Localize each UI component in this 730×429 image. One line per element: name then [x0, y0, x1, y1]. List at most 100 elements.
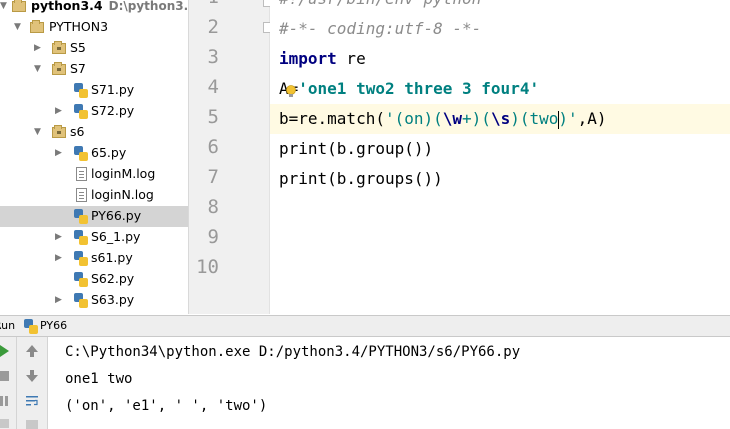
python-file-icon [74, 83, 88, 98]
tree-item-s5[interactable]: ▶ S5 [0, 38, 188, 59]
tree-item-loginm[interactable]: loginM.log [0, 164, 188, 185]
wrap-icon[interactable] [25, 394, 39, 408]
tree-item-label: S63.py [91, 292, 135, 307]
chevron-down-icon[interactable]: ▼ [14, 22, 21, 32]
escape-sequence: \s [490, 109, 511, 128]
log-file-icon [76, 167, 87, 181]
escape-sequence: \w [442, 109, 463, 128]
tree-item-s61[interactable]: ▶ s61.py [0, 248, 188, 269]
tree-item-py66[interactable]: PY66.py [0, 206, 188, 227]
lightbulb-icon[interactable] [285, 85, 297, 99]
line-number: 6 [207, 136, 219, 158]
folder-icon [52, 62, 66, 75]
print-icon[interactable] [25, 418, 39, 429]
root-label: python3.4 D:\python3.4 [31, 0, 189, 13]
tree-item-label: loginM.log [91, 166, 156, 181]
run-console-output[interactable]: C:\Python34\python.exe D:/python3.4/PYTH… [48, 337, 730, 429]
code-editor[interactable]: #!/usr/bin/env python #-*- coding:utf-8 … [270, 0, 730, 314]
pause-icon[interactable] [0, 395, 10, 407]
run-tab-label[interactable]: Run [0, 319, 15, 332]
folder-icon [30, 20, 44, 33]
code-line: #!/usr/bin/env python [270, 0, 730, 14]
python-file-icon [74, 272, 88, 287]
rerun-icon[interactable] [0, 345, 10, 357]
code-text: ,A) [577, 109, 607, 128]
keyword-text: import [279, 49, 337, 68]
tree-item-label: S7 [70, 61, 86, 76]
line-number: 8 [207, 196, 219, 218]
tree-item-python3[interactable]: ▼ PYTHON3 [0, 17, 188, 38]
code-text: print(b.group()) [279, 139, 434, 158]
run-toolbar [0, 337, 17, 429]
tree-item-label: S62.py [91, 271, 135, 286]
chevron-right-icon[interactable]: ▶ [55, 106, 62, 116]
code-text: re [336, 49, 366, 68]
log-file-icon [76, 188, 87, 202]
down-arrow-icon[interactable] [26, 370, 38, 382]
tree-item-label: PY66.py [91, 208, 142, 223]
string-literal: '(on)( [384, 109, 443, 128]
code-line: print(b.groups()) [270, 164, 730, 194]
tree-item-label: S71.py [91, 82, 135, 97]
tree-item-65[interactable]: ▶ 65.py [0, 143, 188, 164]
chevron-down-icon[interactable]: ▼ [34, 127, 41, 137]
console-line: ('on', 'e1', ' ', 'two') [65, 398, 268, 414]
line-number: 9 [207, 226, 219, 248]
folder-icon [12, 0, 26, 12]
root-path: D:\python3.4 [108, 0, 189, 13]
tree-item-label: S6_1.py [91, 229, 141, 244]
tree-item-label: loginN.log [91, 187, 154, 202]
tree-item-s6[interactable]: ▼ s6 [0, 122, 188, 143]
code-line: #-*- coding:utf-8 -*- [270, 14, 730, 44]
tree-item-s72[interactable]: ▶ S72.py [0, 101, 188, 122]
line-number: 1 [189, 0, 219, 8]
python-file-icon [74, 293, 88, 308]
chevron-down-icon[interactable]: ▼ [34, 64, 41, 74]
string-literal: +)( [462, 109, 491, 128]
line-number: 2 [207, 16, 219, 38]
tree-item-s71[interactable]: S71.py [0, 80, 188, 101]
python-file-icon [74, 251, 88, 266]
tree-root[interactable]: ▼ python3.4 D:\python3.4 [0, 0, 188, 17]
python-file-icon [24, 319, 38, 334]
chevron-right-icon[interactable]: ▶ [55, 232, 62, 242]
comment-text: #!/usr/bin/env python [279, 0, 481, 8]
line-number: 3 [207, 46, 219, 68]
python-file-icon [74, 104, 88, 119]
python-file-icon [74, 146, 88, 161]
tree-item-label: PYTHON3 [49, 19, 109, 34]
tree-item-label: 65.py [91, 145, 127, 160]
python-file-icon [74, 209, 88, 224]
tree-item-s63[interactable]: ▶ S63.py [0, 290, 188, 311]
string-literal: 'one1 two2 three 3 four4' [298, 79, 540, 98]
chevron-right-icon[interactable]: ▶ [34, 43, 41, 53]
line-number: 7 [207, 166, 219, 188]
settings-icon[interactable] [0, 417, 10, 429]
string-literal: )(two [510, 109, 559, 128]
folder-icon [52, 125, 66, 138]
tree-item-s7[interactable]: ▼ S7 [0, 59, 188, 80]
tree-item-loginn[interactable]: loginN.log [0, 185, 188, 206]
tree-item-s6-1[interactable]: ▶ S6_1.py [0, 227, 188, 248]
up-arrow-icon[interactable] [26, 345, 38, 357]
chevron-right-icon[interactable]: ▶ [55, 253, 62, 263]
folder-icon [52, 41, 66, 54]
code-line: A='one1 two2 three 3 four4' [270, 74, 730, 104]
code-text: print(b.groups()) [279, 169, 443, 188]
stop-icon[interactable] [0, 370, 10, 382]
python-file-icon [74, 230, 88, 245]
line-number: 5 [207, 106, 219, 128]
code-line: print(b.group()) [270, 134, 730, 164]
string-literal: )' [558, 109, 578, 128]
code-line-current: b=re.match('(on)(\w+)(\s)(two)',A) [270, 104, 730, 134]
code-text: b=re.match( [279, 109, 385, 128]
run-config-name[interactable]: PY66 [40, 319, 67, 332]
console-line: C:\Python34\python.exe D:/python3.4/PYTH… [65, 344, 521, 360]
comment-text: #-*- coding:utf-8 -*- [279, 19, 482, 38]
chevron-right-icon[interactable]: ▶ [55, 295, 62, 305]
tree-item-s62[interactable]: S62.py [0, 269, 188, 290]
chevron-down-icon[interactable]: ▼ [0, 1, 7, 11]
project-tree: ▼ python3.4 D:\python3.4 ▼ PYTHON3 ▶ S5 ▼… [0, 0, 189, 314]
chevron-right-icon[interactable]: ▶ [55, 148, 62, 158]
tree-item-label: s6 [70, 124, 85, 139]
